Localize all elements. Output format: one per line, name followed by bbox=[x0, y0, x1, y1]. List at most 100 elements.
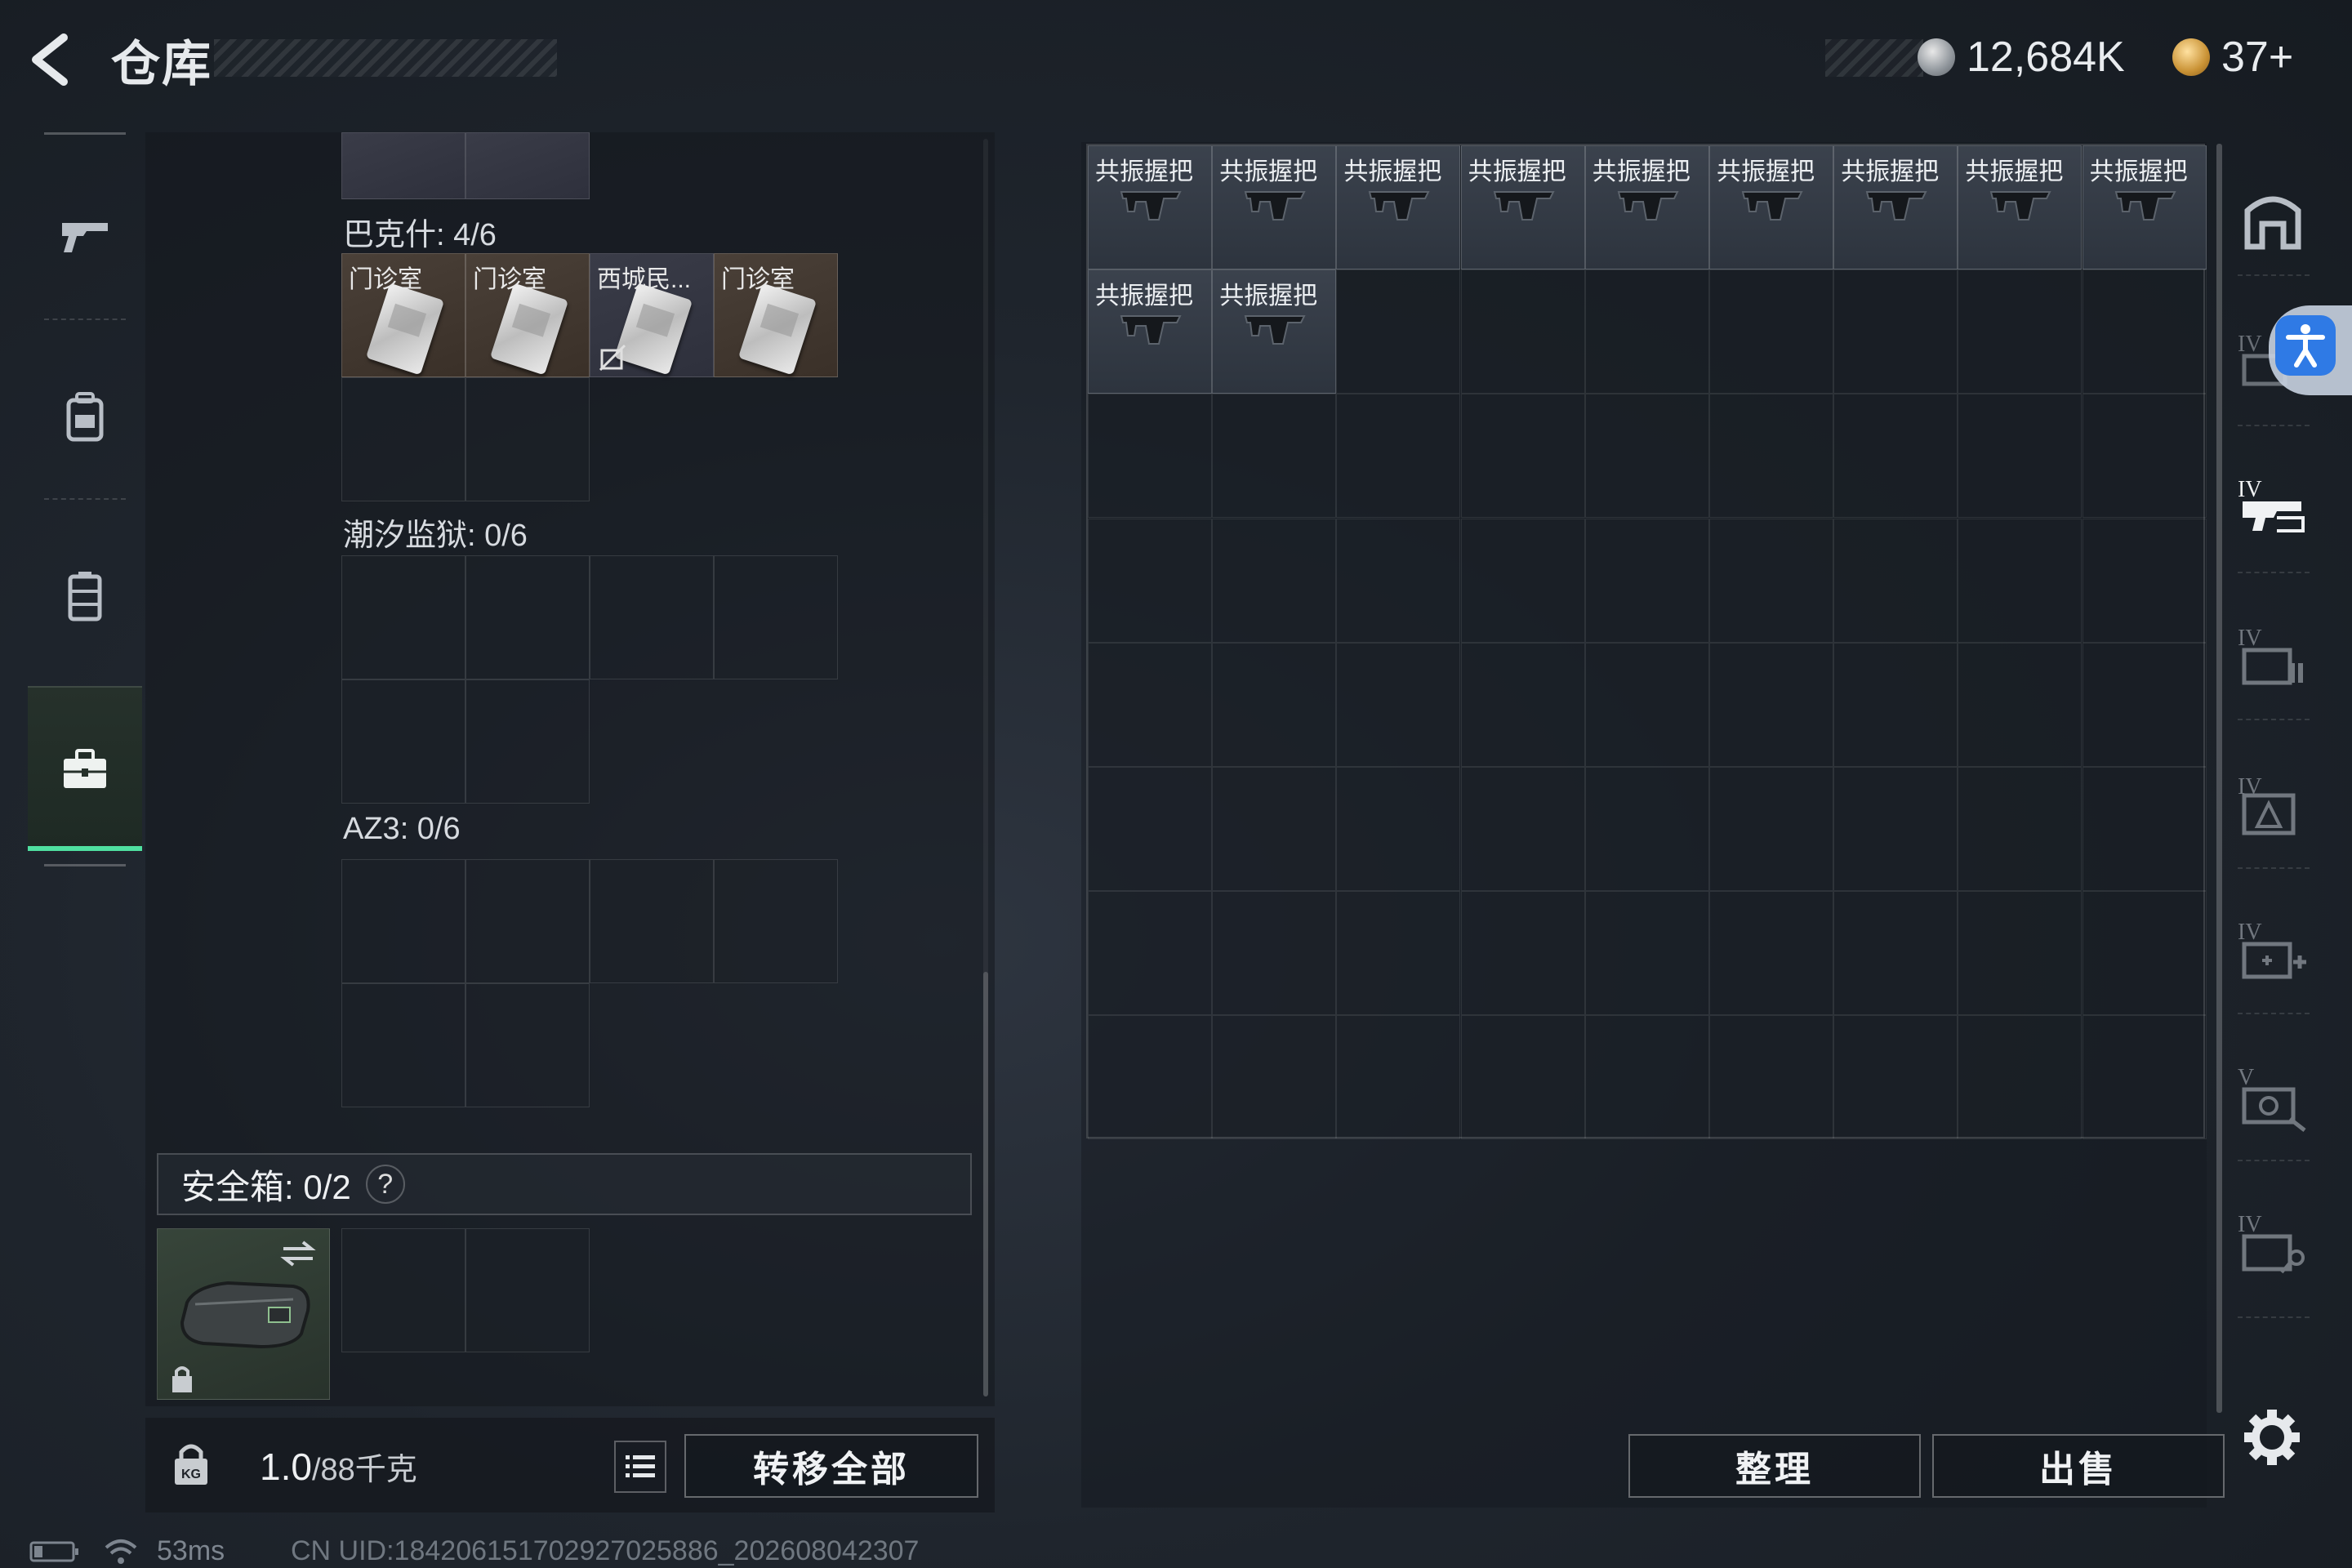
empty-stash-slot[interactable] bbox=[1336, 767, 1461, 891]
safe-box-item[interactable] bbox=[157, 1228, 330, 1400]
empty-stash-slot[interactable] bbox=[1958, 1015, 2082, 1140]
empty-slot[interactable] bbox=[466, 859, 590, 983]
empty-stash-slot[interactable] bbox=[1584, 642, 1709, 767]
empty-stash-slot[interactable] bbox=[2082, 518, 2207, 643]
empty-slot[interactable] bbox=[590, 859, 714, 983]
stash-tab-gear[interactable]: IV bbox=[2236, 771, 2310, 844]
empty-stash-slot[interactable] bbox=[1833, 270, 1958, 394]
case-tab[interactable] bbox=[28, 686, 142, 851]
empty-stash-slot[interactable] bbox=[1460, 270, 1585, 394]
empty-stash-slot[interactable] bbox=[1584, 394, 1709, 519]
stash-tab-keys[interactable]: IV bbox=[2236, 1209, 2310, 1282]
empty-stash-slot[interactable] bbox=[1336, 270, 1461, 394]
sell-button[interactable]: 出售 bbox=[1932, 1434, 2225, 1498]
empty-stash-slot[interactable] bbox=[1833, 642, 1958, 767]
empty-stash-slot[interactable] bbox=[2082, 1015, 2207, 1140]
empty-stash-slot[interactable] bbox=[1088, 642, 1212, 767]
empty-stash-slot[interactable] bbox=[2082, 270, 2207, 394]
item-slot[interactable]: 西城民... bbox=[590, 253, 714, 377]
sort-button[interactable]: 整理 bbox=[1628, 1434, 1921, 1498]
empty-stash-slot[interactable] bbox=[1336, 891, 1461, 1016]
empty-stash-slot[interactable] bbox=[1212, 767, 1337, 891]
empty-stash-slot[interactable] bbox=[1088, 891, 1212, 1016]
empty-stash-slot[interactable] bbox=[2082, 642, 2207, 767]
empty-slot[interactable] bbox=[466, 983, 590, 1107]
stash-tab-medical[interactable]: IV bbox=[2236, 916, 2310, 990]
empty-stash-slot[interactable] bbox=[1460, 642, 1585, 767]
grip-item-slot[interactable]: 共振握把 bbox=[1709, 145, 1833, 270]
empty-stash-slot[interactable] bbox=[1336, 642, 1461, 767]
stash-scrollbar[interactable] bbox=[2216, 144, 2222, 1413]
empty-stash-slot[interactable] bbox=[1460, 891, 1585, 1016]
empty-stash-slot[interactable] bbox=[1709, 1015, 1833, 1140]
empty-slot[interactable] bbox=[341, 679, 466, 804]
empty-stash-slot[interactable] bbox=[1336, 1015, 1461, 1140]
empty-stash-slot[interactable] bbox=[1709, 891, 1833, 1016]
empty-stash-slot[interactable] bbox=[1584, 891, 1709, 1016]
empty-stash-slot[interactable] bbox=[1212, 891, 1337, 1016]
empty-stash-slot[interactable] bbox=[1460, 518, 1585, 643]
empty-stash-slot[interactable] bbox=[1460, 1015, 1585, 1140]
empty-slot[interactable] bbox=[466, 1228, 590, 1352]
backpack-tab[interactable] bbox=[28, 335, 142, 498]
empty-stash-slot[interactable] bbox=[1958, 642, 2082, 767]
grip-item-slot[interactable]: 共振握把 bbox=[1460, 145, 1585, 270]
empty-slot[interactable] bbox=[590, 555, 714, 679]
empty-stash-slot[interactable] bbox=[1833, 891, 1958, 1016]
empty-stash-slot[interactable] bbox=[1460, 394, 1585, 519]
empty-slot[interactable] bbox=[466, 555, 590, 679]
settings-button[interactable] bbox=[2239, 1405, 2313, 1478]
swap-icon[interactable] bbox=[278, 1237, 318, 1270]
empty-stash-slot[interactable] bbox=[1958, 767, 2082, 891]
help-button[interactable]: ? bbox=[365, 1165, 405, 1204]
empty-stash-slot[interactable] bbox=[1212, 394, 1337, 519]
empty-stash-slot[interactable] bbox=[1336, 518, 1461, 643]
empty-stash-slot[interactable] bbox=[1709, 642, 1833, 767]
empty-stash-slot[interactable] bbox=[1088, 518, 1212, 643]
grip-item-slot[interactable]: 共振握把 bbox=[1958, 145, 2082, 270]
empty-slot[interactable] bbox=[341, 377, 466, 501]
empty-stash-slot[interactable] bbox=[1709, 394, 1833, 519]
empty-slot[interactable] bbox=[714, 555, 838, 679]
empty-stash-slot[interactable] bbox=[1833, 1015, 1958, 1140]
item-slot[interactable] bbox=[466, 132, 590, 199]
grip-item-slot[interactable]: 共振握把 bbox=[1212, 270, 1337, 394]
empty-slot[interactable] bbox=[341, 1228, 466, 1352]
empty-stash-slot[interactable] bbox=[1584, 767, 1709, 891]
accessibility-button[interactable] bbox=[2275, 315, 2336, 376]
empty-stash-slot[interactable] bbox=[2082, 394, 2207, 519]
empty-stash-slot[interactable] bbox=[1584, 270, 1709, 394]
empty-stash-slot[interactable] bbox=[1958, 394, 2082, 519]
empty-stash-slot[interactable] bbox=[1709, 270, 1833, 394]
stash-home-tab[interactable] bbox=[2236, 183, 2310, 256]
stash-tab-valuables[interactable]: V bbox=[2236, 1062, 2310, 1135]
grip-item-slot[interactable]: 共振握把 bbox=[1088, 145, 1212, 270]
item-slot[interactable] bbox=[341, 132, 466, 199]
vest-tab[interactable] bbox=[28, 514, 142, 678]
empty-slot[interactable] bbox=[341, 859, 466, 983]
empty-stash-slot[interactable] bbox=[1958, 891, 2082, 1016]
empty-stash-slot[interactable] bbox=[1584, 518, 1709, 643]
empty-stash-slot[interactable] bbox=[1088, 394, 1212, 519]
empty-slot[interactable] bbox=[466, 377, 590, 501]
item-slot[interactable]: 门诊室 bbox=[341, 253, 466, 377]
grip-item-slot[interactable]: 共振握把 bbox=[1212, 145, 1337, 270]
empty-stash-slot[interactable] bbox=[2082, 891, 2207, 1016]
grip-item-slot[interactable]: 共振握把 bbox=[1584, 145, 1709, 270]
empty-slot[interactable] bbox=[714, 859, 838, 983]
scrollbar[interactable] bbox=[983, 972, 988, 1396]
weapon-tab[interactable] bbox=[28, 155, 142, 318]
grip-item-slot[interactable]: 共振握把 bbox=[1833, 145, 1958, 270]
empty-stash-slot[interactable] bbox=[1958, 270, 2082, 394]
empty-stash-slot[interactable] bbox=[1460, 767, 1585, 891]
empty-stash-slot[interactable] bbox=[1709, 518, 1833, 643]
empty-stash-slot[interactable] bbox=[1336, 394, 1461, 519]
empty-stash-slot[interactable] bbox=[1088, 767, 1212, 891]
item-slot[interactable]: 门诊室 bbox=[714, 253, 838, 377]
empty-stash-slot[interactable] bbox=[1833, 767, 1958, 891]
item-slot[interactable]: 门诊室 bbox=[466, 253, 590, 377]
empty-slot[interactable] bbox=[466, 679, 590, 804]
empty-stash-slot[interactable] bbox=[1212, 1015, 1337, 1140]
empty-stash-slot[interactable] bbox=[1709, 767, 1833, 891]
empty-stash-slot[interactable] bbox=[2082, 767, 2207, 891]
